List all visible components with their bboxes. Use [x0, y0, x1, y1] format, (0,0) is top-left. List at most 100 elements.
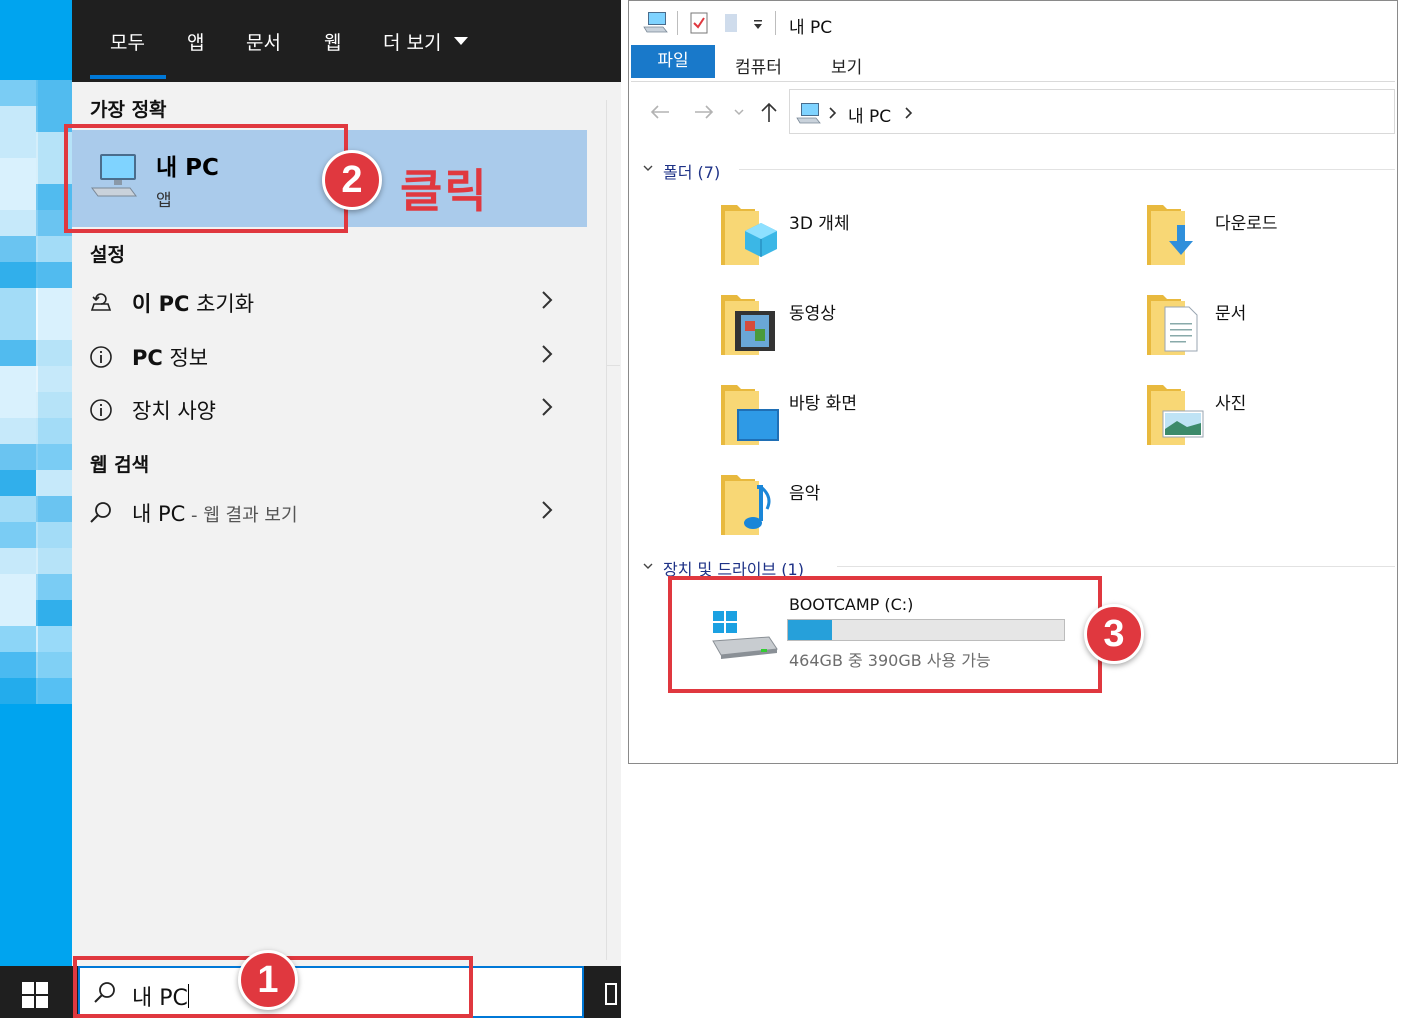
documents-folder-icon	[1147, 295, 1198, 355]
desktop-folder-icon	[721, 385, 779, 445]
new-folder-icon[interactable]	[723, 11, 739, 35]
desktop-mosaic-tile	[0, 262, 38, 288]
desktop-mosaic-tile	[0, 652, 38, 678]
videos-folder-icon	[721, 295, 775, 355]
step-badge-3: 3	[1084, 604, 1144, 664]
reset-icon	[90, 293, 112, 311]
breadcrumb[interactable]: 내 PC	[848, 102, 891, 127]
desktop-mosaic-tile	[0, 444, 38, 470]
ribbon-tab-view[interactable]: 보기	[831, 53, 862, 78]
up-arrow-icon[interactable]	[759, 101, 779, 123]
desktop-mosaic-tile	[0, 184, 38, 210]
desktop-mosaic-tile	[0, 600, 38, 626]
best-match-heading: 가장 정확	[90, 99, 167, 121]
customize-toolbar-icon[interactable]	[753, 19, 763, 31]
computer-icon	[643, 12, 668, 33]
group-collapse-chevron-icon[interactable]	[643, 163, 653, 173]
desktop-mosaic-tile	[0, 626, 38, 652]
desktop-mosaic-tile	[36, 392, 72, 418]
divider	[837, 566, 1395, 567]
desktop-mosaic-tile	[36, 496, 72, 522]
properties-icon[interactable]	[689, 11, 709, 35]
desktop-mosaic-tile	[0, 574, 38, 600]
chevron-down-icon	[453, 37, 468, 45]
desktop-mosaic-tile	[0, 340, 38, 366]
desktop-mosaic-tile	[0, 210, 38, 236]
desktop-mosaic-tile	[0, 548, 38, 574]
callout-box-drive	[668, 576, 1102, 693]
info-icon	[90, 399, 112, 421]
search-filter-tabs: 모두 앱 문서 웹 더 보기	[72, 0, 621, 82]
folder-label: 바탕 화면	[789, 394, 857, 414]
click-annotation: 클릭	[400, 164, 489, 218]
desktop-mosaic-tile	[0, 470, 38, 496]
folder-label: 3D 개체	[789, 214, 850, 234]
info-icon	[90, 346, 112, 368]
chevron-right-icon[interactable]	[828, 106, 838, 120]
pictures-folder-icon	[1147, 385, 1204, 445]
desktop-mosaic-tile	[36, 600, 72, 626]
folder-label: 사진	[1215, 394, 1247, 414]
ribbon-tab-computer[interactable]: 컴퓨터	[735, 53, 782, 78]
desktop-mosaic-tile	[0, 288, 38, 314]
forward-arrow-icon[interactable]	[693, 103, 715, 121]
task-view-icon[interactable]	[604, 982, 618, 1006]
folders-group-header[interactable]: 폴더 (7)	[663, 159, 720, 183]
divider	[631, 81, 1395, 82]
computer-icon	[796, 103, 821, 124]
divider	[606, 100, 607, 960]
desktop-mosaic-tile	[0, 418, 38, 444]
desktop-mosaic-tile	[0, 158, 38, 184]
folder-label: 문서	[1215, 304, 1247, 324]
address-bar[interactable]: 내 PC	[789, 89, 1395, 134]
web-search-heading: 웹 검색	[90, 454, 150, 476]
desktop-mosaic-tile	[0, 678, 38, 704]
tab-more[interactable]: 더 보기	[383, 28, 468, 58]
ribbon-file-tab[interactable]: 파일	[631, 45, 715, 78]
group-collapse-chevron-icon[interactable]	[643, 561, 653, 571]
desktop-mosaic-tile	[36, 288, 72, 314]
desktop-mosaic-tile	[0, 80, 38, 106]
tab-all[interactable]: 모두	[110, 28, 145, 58]
settings-item-pc-info[interactable]: PC 정보	[72, 332, 587, 382]
desktop-mosaic-tile	[36, 262, 72, 288]
divider	[739, 169, 1395, 170]
desktop-background	[0, 0, 72, 966]
3d-objects-folder-icon	[721, 205, 777, 265]
desktop-mosaic-tile	[0, 236, 38, 262]
desktop-mosaic-tile	[36, 548, 72, 574]
settings-item-label: 이 PC 초기화	[132, 292, 255, 316]
chevron-right-icon[interactable]	[904, 106, 914, 120]
settings-item-reset-pc[interactable]: 이 PC 초기화	[72, 278, 587, 328]
web-search-result[interactable]: 내 PC - 웹 결과 보기	[72, 488, 587, 538]
desktop-mosaic-tile	[36, 366, 72, 392]
desktop-mosaic-tile	[0, 522, 38, 548]
window-title: 내 PC	[789, 18, 833, 38]
desktop-mosaic-tile	[0, 106, 38, 132]
desktop-mosaic-tile	[0, 314, 38, 340]
desktop-mosaic-tile	[36, 678, 72, 704]
divider	[775, 11, 776, 35]
desktop-mosaic-tile	[36, 236, 72, 262]
callout-box-best-match	[64, 124, 348, 233]
search-icon	[90, 502, 111, 523]
tab-apps[interactable]: 앱	[187, 28, 204, 58]
tab-documents[interactable]: 문서	[246, 28, 281, 58]
settings-item-device-specs[interactable]: 장치 사양	[72, 385, 587, 435]
back-arrow-icon[interactable]	[649, 103, 671, 121]
recent-locations-chevron-icon[interactable]	[733, 107, 745, 117]
desktop-mosaic-tile	[36, 574, 72, 600]
desktop-mosaic-tile	[36, 340, 72, 366]
desktop-mosaic-tile	[36, 444, 72, 470]
desktop-mosaic-tile	[36, 626, 72, 652]
desktop-mosaic-tile	[0, 366, 38, 392]
folder-label: 음악	[789, 484, 821, 504]
desktop-mosaic-tile	[36, 470, 72, 496]
desktop-mosaic-tile	[36, 522, 72, 548]
downloads-folder-icon	[1147, 205, 1193, 265]
divider	[606, 365, 620, 366]
settings-heading: 설정	[90, 244, 125, 266]
tab-web[interactable]: 웹	[324, 28, 341, 58]
windows-start-icon[interactable]	[22, 982, 48, 1008]
desktop-mosaic-tile	[36, 314, 72, 340]
